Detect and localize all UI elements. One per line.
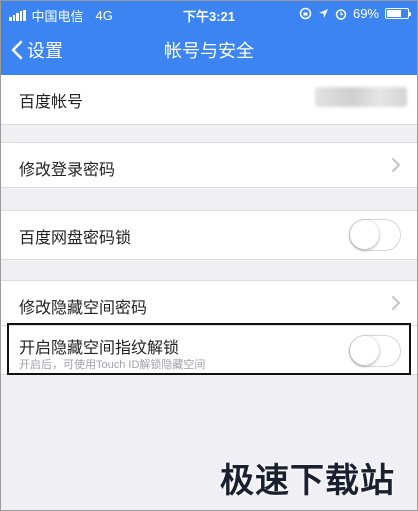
status-right: 69% bbox=[299, 6, 411, 21]
chevron-left-icon bbox=[11, 40, 23, 60]
netdisk-password-lock-toggle[interactable] bbox=[349, 219, 401, 251]
top-bar: 中国电信 4G 下午3:21 69% 设置 帐号与安全 bbox=[1, 1, 417, 75]
change-login-password-row[interactable]: 修改登录密码 bbox=[1, 142, 417, 188]
chevron-right-icon bbox=[392, 158, 400, 172]
account-row[interactable]: 百度帐号 bbox=[1, 75, 417, 125]
netdisk-password-lock-row: 百度网盘密码锁 bbox=[1, 210, 417, 260]
hidden-space-fingerprint-label: 开启隐藏空间指纹解锁 bbox=[19, 340, 180, 357]
watermark: 极速下载站 bbox=[220, 462, 395, 500]
battery-percent: 69% bbox=[352, 6, 379, 21]
toggle-knob bbox=[350, 220, 379, 249]
netdisk-password-lock-label: 百度网盘密码锁 bbox=[19, 230, 132, 247]
chevron-right-icon bbox=[392, 296, 400, 310]
account-label: 百度帐号 bbox=[19, 94, 84, 111]
change-hidden-space-password-label: 修改隐藏空间密码 bbox=[19, 300, 148, 317]
status-bar: 中国电信 4G 下午3:21 69% bbox=[1, 1, 417, 25]
battery-icon bbox=[385, 8, 411, 19]
change-login-password-label: 修改登录密码 bbox=[19, 162, 116, 179]
toggle-knob bbox=[350, 336, 379, 365]
alarm-icon bbox=[335, 8, 347, 20]
back-label: 设置 bbox=[27, 41, 63, 61]
hidden-space-fingerprint-sublabel: 开启后，可使用Touch ID解锁隐藏空间 bbox=[19, 359, 206, 371]
location-icon bbox=[318, 9, 328, 18]
hidden-space-fingerprint-row: 开启隐藏空间指纹解锁 开启后，可使用Touch ID解锁隐藏空间 bbox=[1, 325, 417, 375]
rotation-lock-icon bbox=[299, 7, 312, 20]
page-title: 帐号与安全 bbox=[164, 41, 254, 61]
back-button[interactable]: 设置 bbox=[11, 37, 63, 63]
account-value-masked bbox=[315, 87, 407, 107]
navigation-bar: 设置 帐号与安全 bbox=[1, 25, 417, 75]
screenshot-frame: 中国电信 4G 下午3:21 69% 设置 帐号与安全 百度帐号 修改登录密码 … bbox=[0, 0, 418, 511]
change-hidden-space-password-row[interactable]: 修改隐藏空间密码 bbox=[1, 280, 417, 326]
hidden-space-fingerprint-toggle[interactable] bbox=[349, 335, 401, 367]
